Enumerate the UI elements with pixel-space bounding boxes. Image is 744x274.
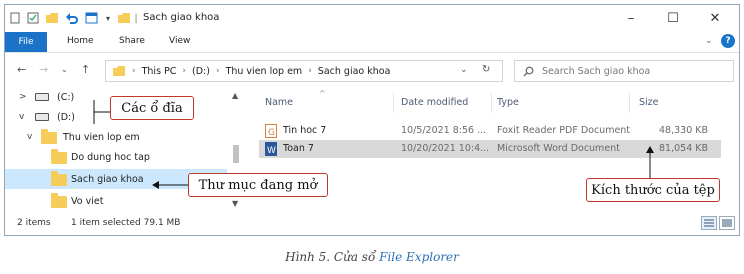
tree-label: Thu vien lop em <box>63 131 140 143</box>
file-name: Tin hoc 7 <box>283 125 327 136</box>
maximize-button[interactable]: ☐ <box>653 7 693 29</box>
tree-item-thu-vien-lop-em[interactable]: v Thu vien lop em <box>5 127 227 147</box>
search-icon <box>523 66 534 76</box>
chevron-down-icon[interactable]: v <box>27 132 32 142</box>
drive-icon <box>35 93 49 101</box>
breadcrumb-this-pc[interactable]: This PC <box>142 66 177 77</box>
scroll-down-icon[interactable]: ▼ <box>232 199 238 208</box>
search-placeholder: Search Sach giao khoa <box>542 65 651 77</box>
file-name: Toan 7 <box>283 143 314 154</box>
window-title: Sach giao khoa <box>143 12 220 23</box>
tree-label: (D:) <box>57 111 75 123</box>
file-type: Foxit Reader PDF Document <box>497 125 631 136</box>
selection-info: 1 item selected 79.1 MB <box>71 218 181 228</box>
properties-icon[interactable] <box>27 11 39 25</box>
column-header-size[interactable]: Size <box>639 97 659 108</box>
file-size: 48,330 KB <box>659 125 709 136</box>
address-bar[interactable]: › This PC › (D:) › Thu vien lop em › Sac… <box>105 60 503 82</box>
title-bar: ▾ | Sach giao khoa – ☐ ✕ <box>5 5 739 31</box>
breadcrumb-thu-vien[interactable]: Thu vien lop em <box>226 66 303 77</box>
file-type: Microsoft Word Document <box>497 143 620 154</box>
column-divider[interactable] <box>393 93 394 113</box>
tab-home[interactable]: Home <box>67 36 94 46</box>
crumb-separator: › <box>308 66 312 76</box>
title-separator: | <box>134 12 138 24</box>
tree-label: Sach giao khoa <box>71 173 144 185</box>
callout-file-size: Kích thước của tệp <box>586 178 720 202</box>
crumb-separator: › <box>132 66 136 76</box>
file-row-toan-7[interactable]: W Toan 7 10/20/2021 10:4... Microsoft Wo… <box>259 140 721 158</box>
scrollbar-thumb[interactable] <box>233 145 239 163</box>
recent-locations-icon[interactable]: ⌄ <box>61 65 68 74</box>
tab-view[interactable]: View <box>169 36 190 46</box>
chevron-right-icon[interactable]: > <box>19 92 27 102</box>
column-header-name[interactable]: Name <box>265 97 293 108</box>
file-row-tin-hoc-7[interactable]: G Tin hoc 7 10/5/2021 8:56 ... Foxit Rea… <box>259 122 721 140</box>
chevron-down-icon[interactable]: v <box>19 112 24 122</box>
file-date: 10/20/2021 10:4... <box>401 143 490 154</box>
tree-label: (C:) <box>57 91 75 103</box>
details-view-icon[interactable] <box>701 216 717 230</box>
tree-label: Vo viet <box>71 195 104 207</box>
refresh-icon[interactable]: ↻ <box>482 64 490 75</box>
back-arrow-icon[interactable]: ← <box>17 63 26 76</box>
item-count: 2 items <box>17 218 51 228</box>
folder-icon <box>51 193 67 208</box>
figure-caption: Hình 5. Cửa sổ File Explorer <box>0 250 744 264</box>
breadcrumb-d-drive[interactable]: (D:) <box>192 66 210 77</box>
breadcrumb-sach-giao-khoa[interactable]: Sach giao khoa <box>318 66 391 77</box>
column-header-type[interactable]: Type <box>497 97 519 108</box>
crumb-separator: › <box>215 66 220 76</box>
column-divider[interactable] <box>491 93 492 113</box>
file-size: 81,054 KB <box>659 143 709 154</box>
sort-ascending-icon: ^ <box>319 89 326 98</box>
caption-highlight: File Explorer <box>379 250 459 264</box>
chevron-down-icon[interactable]: ▾ <box>103 11 113 25</box>
title-folder-icon <box>117 11 131 25</box>
scroll-up-icon[interactable]: ▲ <box>232 91 238 100</box>
customize-toolbar-icon[interactable] <box>85 11 99 25</box>
callout-drives: Các ổ đĩa <box>110 96 194 120</box>
ribbon-tabs: File Home Share View ⌄ ? <box>5 31 739 53</box>
address-row: ← → ⌄ ↑ › This PC › (D:) › Thu vien lop … <box>5 53 739 87</box>
svg-text:G: G <box>268 128 275 137</box>
location-folder-icon <box>113 66 125 76</box>
window-menu-icon[interactable] <box>9 11 21 25</box>
status-bar: 2 items 1 item selected 79.1 MB <box>5 213 739 235</box>
tree-item-do-dung-hoc-tap[interactable]: Do dung hoc tap <box>5 147 227 167</box>
up-arrow-icon[interactable]: ↑ <box>81 63 90 76</box>
large-icons-view-icon[interactable] <box>719 216 735 230</box>
column-divider[interactable] <box>629 93 630 113</box>
folder-icon <box>51 149 67 164</box>
help-icon[interactable]: ? <box>721 34 735 48</box>
svg-text:W: W <box>267 146 276 155</box>
forward-arrow-icon[interactable]: → <box>39 63 48 76</box>
address-dropdown-icon[interactable]: ⌄ <box>460 65 468 75</box>
expand-ribbon-icon[interactable]: ⌄ <box>705 36 713 46</box>
callout-open-folder: Thư mục đang mở <box>188 173 328 197</box>
pdf-file-icon: G <box>265 124 277 138</box>
caption-prefix: Hình 5. Cửa sổ <box>285 250 380 264</box>
undo-icon[interactable] <box>65 11 79 25</box>
close-button[interactable]: ✕ <box>695 7 735 29</box>
crumb-separator: › <box>182 66 187 76</box>
minimize-button[interactable]: – <box>611 7 651 29</box>
drive-icon <box>35 113 49 121</box>
folder-icon <box>51 171 67 186</box>
tab-share[interactable]: Share <box>119 36 145 46</box>
word-file-icon: W <box>265 142 277 156</box>
file-date: 10/5/2021 8:56 ... <box>401 125 487 136</box>
search-input[interactable]: Search Sach giao khoa <box>514 60 734 82</box>
new-folder-icon[interactable] <box>45 11 59 25</box>
column-header-date[interactable]: Date modified <box>401 97 468 108</box>
tab-file[interactable]: File <box>5 32 47 52</box>
folder-icon <box>41 129 57 144</box>
tree-label: Do dung hoc tap <box>71 151 150 163</box>
